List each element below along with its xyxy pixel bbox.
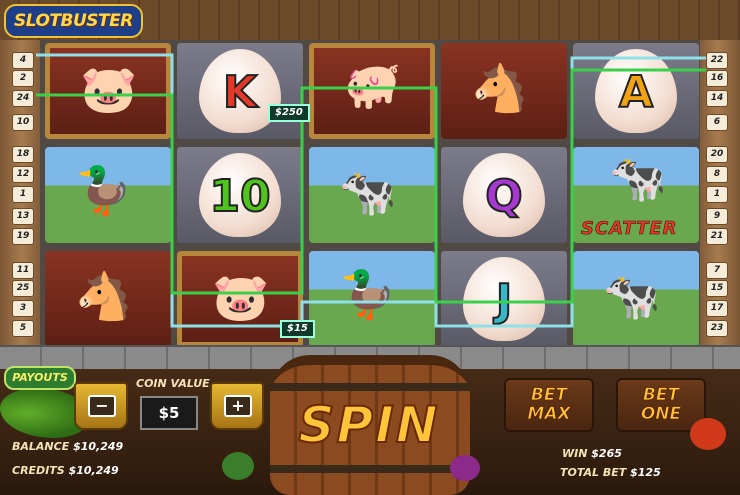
bet-one-line2: ONE xyxy=(640,404,682,424)
symbol-duck: 🦆 xyxy=(309,251,435,347)
payline-number-left[interactable]: 10 xyxy=(12,114,34,131)
payline-number-right[interactable]: 14 xyxy=(706,90,728,107)
game-logo: SLOTBUSTER xyxy=(4,4,143,38)
payline-number-left[interactable]: 4 xyxy=(12,52,34,69)
egg-letter-10: 10 xyxy=(208,170,271,223)
line-win-badge: $250 xyxy=(268,104,310,122)
payline-number-right[interactable]: 6 xyxy=(706,114,728,131)
symbol-pig-pitchfork: 🐖 xyxy=(309,43,435,139)
line-win-badge: $15 xyxy=(280,320,315,338)
minus-icon: − xyxy=(88,395,116,417)
eggplant-decoration xyxy=(450,455,480,481)
symbol-horse: 🐴 xyxy=(441,43,567,139)
symbol-cow: 🐄 xyxy=(309,147,435,243)
egg-letter-j: J xyxy=(495,274,513,327)
payline-number-left[interactable]: 19 xyxy=(12,228,34,245)
symbol-egg-k: K xyxy=(177,43,303,139)
egg-letter-q: Q xyxy=(484,170,523,223)
payline-number-left[interactable]: 12 xyxy=(12,166,34,183)
payline-number-right[interactable]: 20 xyxy=(706,146,728,163)
payline-number-left[interactable]: 11 xyxy=(12,262,34,279)
payline-number-left[interactable]: 13 xyxy=(12,208,34,225)
plus-icon: + xyxy=(224,395,252,417)
reel-area: 🐷 🦆 🐴 K 10 🐷 🐖 🐄 🦆 🐴 Q J A 🐄 SCATTER 🐄 xyxy=(40,40,700,350)
win-value: $265 xyxy=(591,447,622,460)
payline-number-right[interactable]: 15 xyxy=(706,280,728,297)
balance-value: $10,249 xyxy=(73,440,124,453)
decrease-coin-button[interactable]: − xyxy=(74,382,128,430)
win-label: WIN xyxy=(562,447,588,460)
spin-label[interactable]: SPIN xyxy=(284,395,454,455)
credits-value: $10,249 xyxy=(68,464,119,477)
total-bet-label: TOTAL BET xyxy=(560,466,627,479)
symbol-egg-10: 10 xyxy=(177,147,303,243)
payline-number-right[interactable]: 22 xyxy=(706,52,728,69)
scatter-label: SCATTER xyxy=(581,218,678,240)
credits-readout: CREDITS $10,249 xyxy=(12,464,119,477)
payline-number-left[interactable]: 2 xyxy=(12,70,34,87)
symbol-pig-farmer: 🐷 xyxy=(45,43,171,139)
coin-value-display: $5 xyxy=(140,396,198,430)
payline-number-right[interactable]: 21 xyxy=(706,228,728,245)
total-bet-value: $125 xyxy=(630,466,661,479)
bet-one-line1: BET xyxy=(642,385,680,405)
payline-number-left[interactable]: 1 xyxy=(12,186,34,203)
balance-readout: BALANCE $10,249 xyxy=(12,440,123,453)
payline-number-left[interactable]: 5 xyxy=(12,320,34,337)
egg-letter-a: A xyxy=(618,66,654,119)
payline-number-left[interactable]: 3 xyxy=(12,300,34,317)
symbol-cow: 🐄 xyxy=(573,251,699,347)
increase-coin-button[interactable]: + xyxy=(210,382,264,430)
payline-number-left[interactable]: 18 xyxy=(12,146,34,163)
payline-number-right[interactable]: 17 xyxy=(706,300,728,317)
cabbage-decoration xyxy=(222,452,254,480)
symbol-egg-q: Q xyxy=(441,147,567,243)
symbol-egg-j: J xyxy=(441,251,567,347)
total-bet-readout: TOTAL BET $125 xyxy=(560,466,661,479)
bet-max-line1: BET xyxy=(530,385,568,405)
payline-number-left[interactable]: 25 xyxy=(12,280,34,297)
win-readout: WIN $265 xyxy=(562,447,622,460)
symbol-horse: 🐴 xyxy=(45,251,171,347)
payline-number-left[interactable]: 24 xyxy=(12,90,34,107)
payouts-button[interactable]: PAYOUTS xyxy=(4,366,76,390)
tomato-decoration xyxy=(690,418,726,450)
payline-number-right[interactable]: 8 xyxy=(706,166,728,183)
coin-value-label: COIN VALUE xyxy=(136,377,210,390)
payline-number-right[interactable]: 9 xyxy=(706,208,728,225)
bet-max-button[interactable]: BET MAX xyxy=(504,378,594,432)
symbol-scatter: 🐄 SCATTER xyxy=(573,147,699,243)
payline-number-right[interactable]: 16 xyxy=(706,70,728,87)
payline-number-right[interactable]: 7 xyxy=(706,262,728,279)
payline-number-right[interactable]: 23 xyxy=(706,320,728,337)
credits-label: CREDITS xyxy=(12,464,65,477)
bet-max-line2: MAX xyxy=(527,404,571,424)
symbol-duck: 🦆 xyxy=(45,147,171,243)
payline-number-right[interactable]: 1 xyxy=(706,186,728,203)
balance-label: BALANCE xyxy=(12,440,70,453)
symbol-egg-a: A xyxy=(573,43,699,139)
